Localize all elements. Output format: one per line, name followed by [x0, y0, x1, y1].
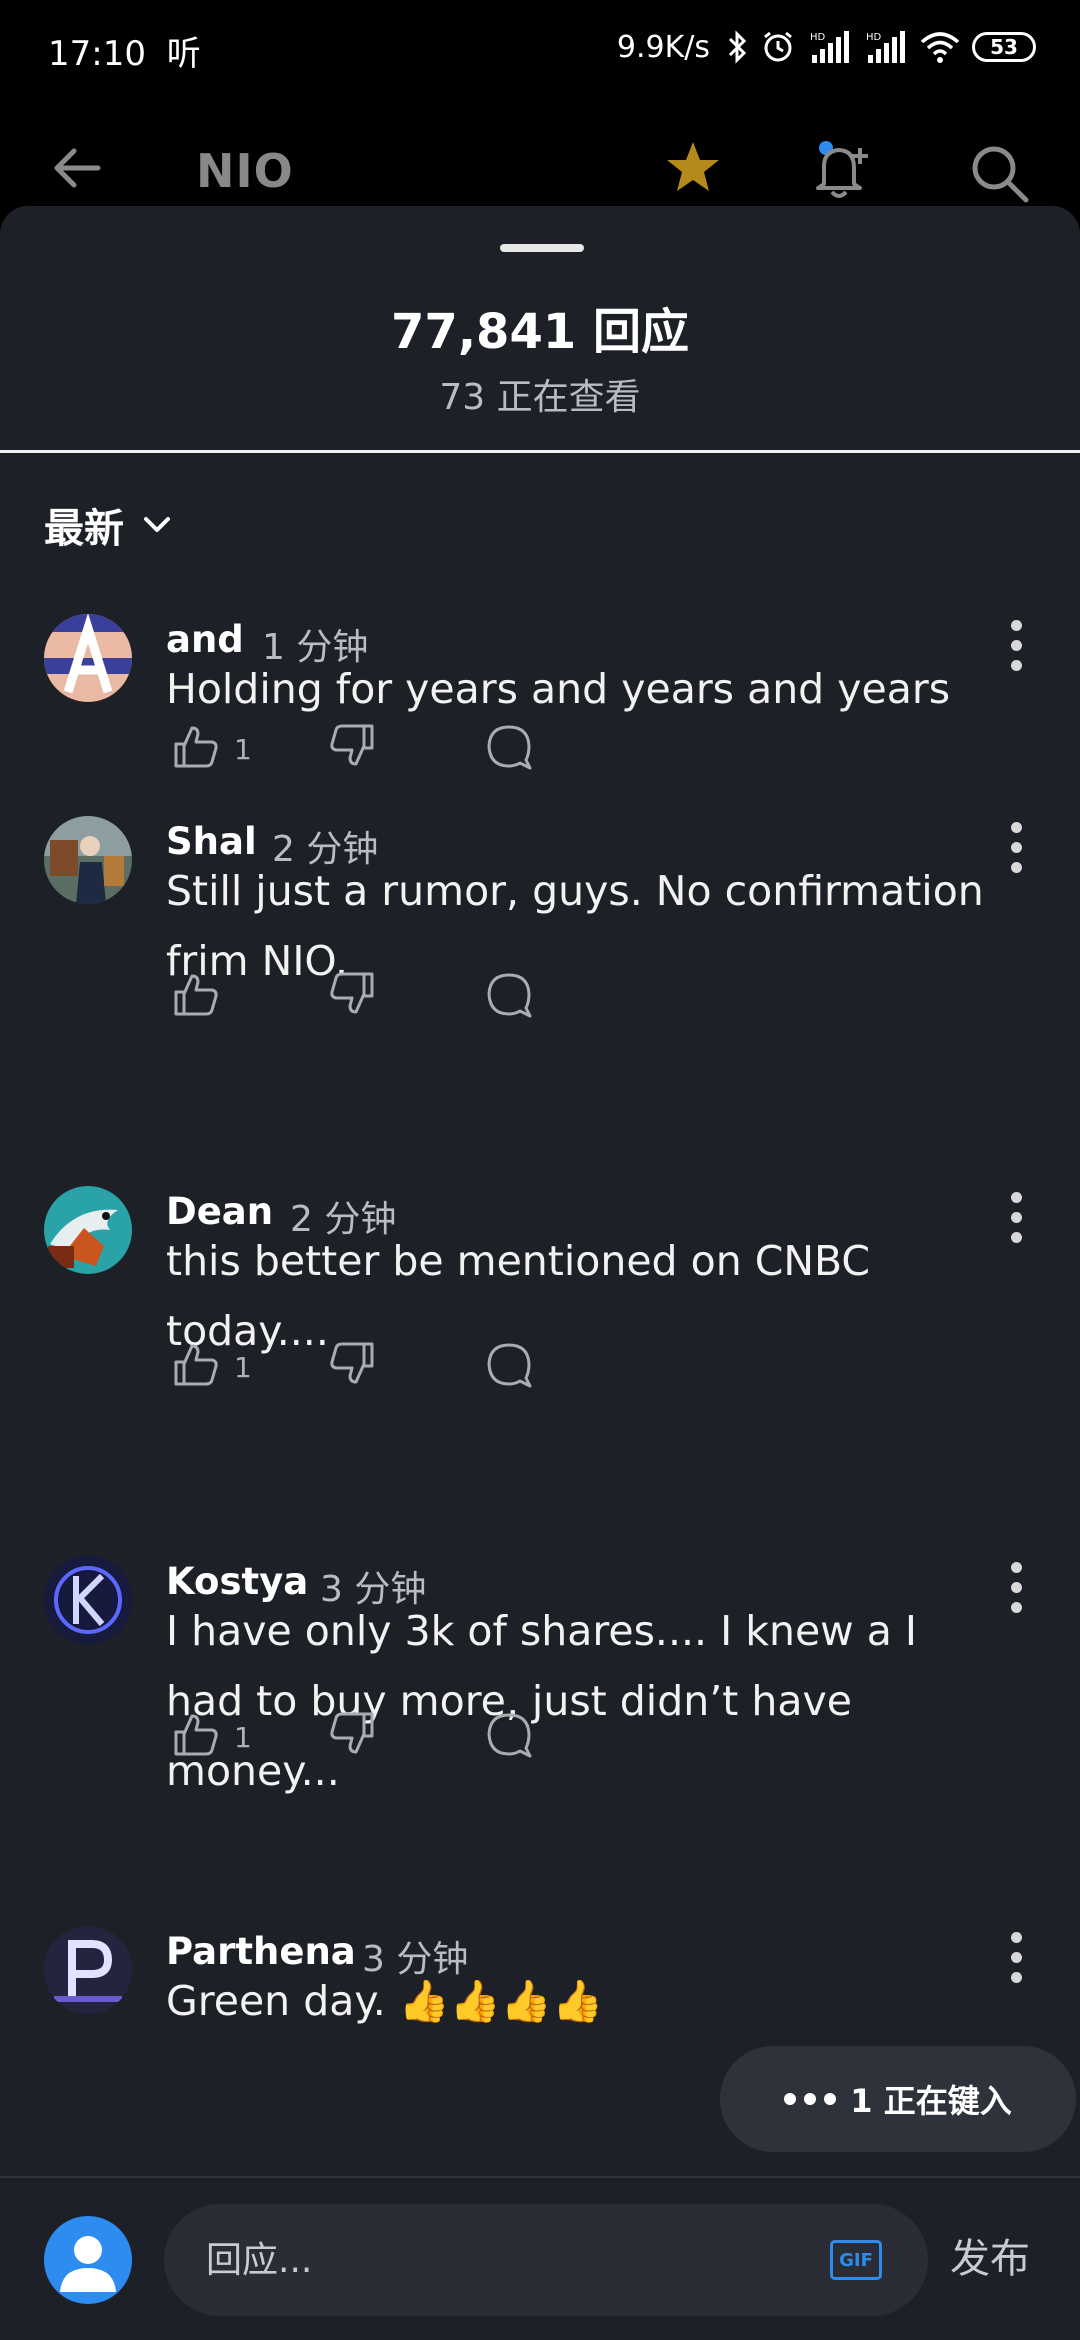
add-alert-icon[interactable]: [812, 138, 876, 202]
like-button[interactable]: 1: [172, 1340, 252, 1388]
thumbs-down-icon: [330, 1342, 374, 1384]
typing-indicator: 1 正在键入: [720, 2046, 1076, 2152]
comment-text: this better be mentioned on CNBC today..…: [166, 1237, 871, 1355]
reply-input[interactable]: [206, 2232, 766, 2288]
alarm-icon: [764, 31, 792, 62]
more-options-icon[interactable]: [1010, 822, 1024, 882]
status-time: 17:10 听: [48, 26, 201, 75]
star-icon[interactable]: [665, 140, 721, 194]
gif-button[interactable]: GIF: [830, 2240, 882, 2280]
like-button[interactable]: 1: [172, 722, 252, 770]
back-arrow-icon[interactable]: [52, 146, 102, 190]
battery-icon: 53: [972, 32, 1036, 62]
status-bar: 17:10 听 9.9K/s HD HD 53: [0, 0, 1080, 96]
more-options-icon[interactable]: [1010, 1562, 1024, 1622]
dislike-button[interactable]: [328, 1340, 376, 1388]
clock-text: 17:10: [48, 34, 146, 74]
comment-text: Still just a rumor, guys. No confirmatio…: [166, 867, 984, 985]
dislike-button[interactable]: [328, 1710, 376, 1758]
thumbs-down-icon: [330, 972, 374, 1014]
typing-label: 1 正在键入: [850, 2082, 1012, 2120]
like-count: 1: [234, 1720, 252, 1754]
reply-button[interactable]: [484, 970, 534, 1020]
signal-hd-icon: HD: [810, 31, 849, 63]
svg-text:HD: HD: [866, 32, 882, 43]
thumbs-down-icon: [330, 1712, 374, 1754]
dislike-button[interactable]: [328, 970, 376, 1018]
post-button[interactable]: 发布: [950, 2226, 1030, 2284]
comment-text: I have only 3k of shares.... I knew a I …: [166, 1607, 917, 1795]
signal-hd-2-icon: HD: [866, 31, 905, 63]
thumbs-up-icon: [174, 1714, 218, 1756]
user-avatar-icon[interactable]: [44, 2216, 132, 2304]
comment-text: Holding for years and years and years: [166, 665, 951, 713]
avatar[interactable]: [44, 816, 132, 904]
avatar[interactable]: [44, 1186, 132, 1274]
typing-dots-icon: [784, 2093, 837, 2105]
dislike-button[interactable]: [328, 722, 376, 770]
more-options-icon[interactable]: [1010, 1932, 1024, 1992]
screen: 17:10 听 9.9K/s HD HD 53 NIO 77,841 回应 73…: [0, 0, 1080, 2340]
reply-button[interactable]: [484, 722, 534, 772]
like-button[interactable]: 1: [172, 1710, 252, 1758]
thumbs-up-icon: [174, 1344, 218, 1386]
replies-count: 77,841 回应: [391, 304, 689, 360]
ticker-symbol: NIO: [196, 144, 294, 198]
thumbs-down-icon: [330, 724, 374, 766]
wifi-icon: [920, 32, 960, 63]
bluetooth-icon: [728, 30, 747, 64]
avatar[interactable]: [44, 1556, 132, 1644]
reply-button[interactable]: [484, 1340, 534, 1390]
net-speed: 9.9K/s: [616, 29, 710, 65]
comment-bubble-icon: [487, 1343, 532, 1388]
more-options-icon[interactable]: [1010, 620, 1024, 680]
thumbs-up-icon: [174, 974, 218, 1016]
like-count: 1: [234, 1350, 252, 1384]
reply-composer: GIF 发布: [0, 2176, 1080, 2340]
comment-text: Green day. 👍👍👍👍: [166, 1977, 604, 2025]
viewers-count: 73 正在查看: [439, 377, 641, 418]
comment-bubble-icon: [487, 725, 532, 770]
search-icon[interactable]: [968, 142, 1032, 206]
comments-sheet: 77,841 回应 73 正在查看 最新 and 1 分钟 Holding fo…: [0, 206, 1080, 2340]
like-count: 1: [234, 732, 252, 766]
gif-label: GIF: [839, 2249, 873, 2271]
avatar[interactable]: [44, 1926, 132, 2014]
thumbs-up-icon: [174, 726, 218, 768]
svg-text:HD: HD: [810, 32, 826, 43]
like-button[interactable]: [172, 970, 234, 1018]
app-bar: NIO: [0, 130, 1080, 210]
sheet-drag-handle[interactable]: [500, 244, 584, 252]
reply-field-container[interactable]: GIF: [164, 2204, 928, 2316]
header-divider: [0, 450, 1080, 453]
carrier-glyph: 听: [166, 34, 201, 74]
comment-bubble-icon: [487, 1713, 532, 1758]
comment-bubble-icon: [487, 973, 532, 1018]
sort-label: 最新: [44, 506, 124, 552]
battery-level: 53: [990, 35, 1018, 59]
sort-dropdown[interactable]: 最新: [44, 496, 172, 554]
reply-button[interactable]: [484, 1710, 534, 1760]
more-options-icon[interactable]: [1010, 1192, 1024, 1252]
avatar[interactable]: [44, 614, 132, 702]
status-icons: 9.9K/s HD HD 53: [617, 24, 1036, 70]
chevron-down-icon: [144, 517, 170, 532]
